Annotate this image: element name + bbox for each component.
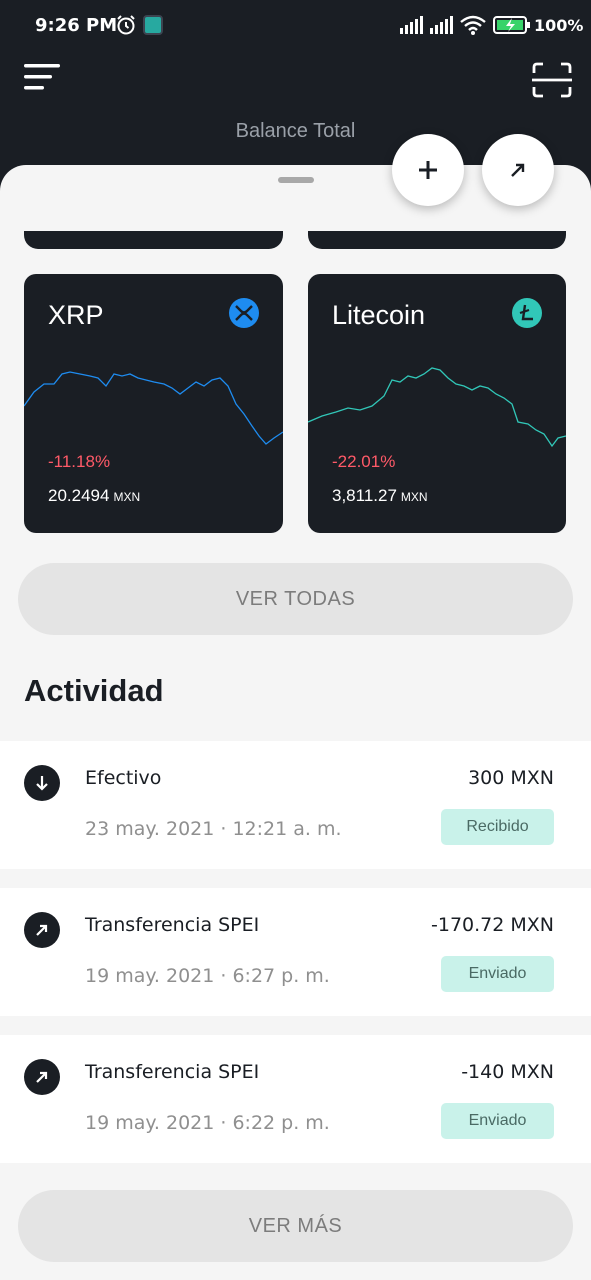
battery-icon — [493, 16, 530, 34]
status-time: 9:26 PM — [35, 15, 118, 36]
status-bar: 9:26 PM 100% — [0, 0, 591, 52]
plus-icon — [419, 161, 437, 179]
arrow-up-right-icon — [24, 1059, 60, 1095]
coin-card-partial[interactable] — [308, 231, 566, 249]
status-badge: Enviado — [441, 956, 554, 992]
activity-amount: -170.72 MXN — [431, 914, 554, 936]
sheet-handle[interactable] — [278, 177, 314, 183]
coin-value-number: 3,811.27 — [332, 486, 397, 505]
status-badge: Enviado — [441, 1103, 554, 1139]
coin-card-xrp[interactable]: XRP -11.18% 20.2494 MXN — [24, 274, 283, 533]
bottom-sheet[interactable]: XRP -11.18% 20.2494 MXN Litecoin -22.01% … — [0, 165, 591, 1280]
coin-name: Litecoin — [332, 300, 426, 330]
signal-icon — [430, 16, 453, 34]
send-button[interactable] — [482, 134, 554, 206]
activity-amount: 300 MXN — [468, 767, 554, 789]
battery-percent: 100% — [534, 16, 584, 35]
coin-name: XRP — [48, 300, 104, 330]
coin-card-partial[interactable] — [24, 231, 283, 249]
app-notification-icon — [143, 15, 163, 35]
scan-icon[interactable] — [532, 62, 572, 98]
price-chart-xrp — [24, 371, 283, 445]
xrp-logo-icon — [229, 298, 259, 328]
activity-amount: -140 MXN — [461, 1061, 554, 1083]
activity-date: 19 may. 2021 · 6:27 p. m. — [85, 965, 330, 987]
price-chart-litecoin — [308, 367, 566, 448]
arrow-up-right-icon — [511, 163, 525, 177]
arrow-up-right-icon — [24, 912, 60, 948]
activity-row[interactable]: Efectivo 23 may. 2021 · 12:21 a. m. 300 … — [0, 741, 591, 869]
activity-date: 19 may. 2021 · 6:22 p. m. — [85, 1112, 330, 1134]
coin-change: -22.01% — [332, 452, 396, 471]
litecoin-logo-icon — [512, 298, 542, 328]
activity-row[interactable]: Transferencia SPEI 19 may. 2021 · 6:22 p… — [0, 1035, 591, 1163]
add-button[interactable] — [392, 134, 464, 206]
activity-title-text: Transferencia SPEI — [85, 914, 260, 936]
menu-icon[interactable] — [24, 62, 62, 92]
alarm-icon — [117, 15, 135, 35]
activity-date: 23 may. 2021 · 12:21 a. m. — [85, 818, 342, 840]
activity-title: Actividad — [24, 673, 164, 708]
coin-value-unit: MXN — [113, 490, 141, 504]
coin-value: 3,811.27 MXN — [332, 486, 428, 506]
activity-row[interactable]: Transferencia SPEI 19 may. 2021 · 6:27 p… — [0, 888, 591, 1016]
ver-mas-button[interactable]: VER MÁS — [18, 1190, 573, 1262]
activity-title-text: Transferencia SPEI — [85, 1061, 260, 1083]
arrow-down-icon — [24, 765, 60, 801]
signal-icon — [400, 16, 423, 34]
ver-todas-button[interactable]: VER TODAS — [18, 563, 573, 635]
activity-title-text: Efectivo — [85, 767, 162, 789]
wifi-icon — [460, 15, 486, 35]
coin-value: 20.2494 MXN — [48, 486, 140, 506]
coin-card-litecoin[interactable]: Litecoin -22.01% 3,811.27 MXN — [308, 274, 566, 533]
coin-change: -11.18% — [48, 452, 111, 471]
status-badge: Recibido — [441, 809, 554, 845]
coin-value-number: 20.2494 — [48, 486, 110, 505]
coin-value-unit: MXN — [400, 490, 428, 504]
